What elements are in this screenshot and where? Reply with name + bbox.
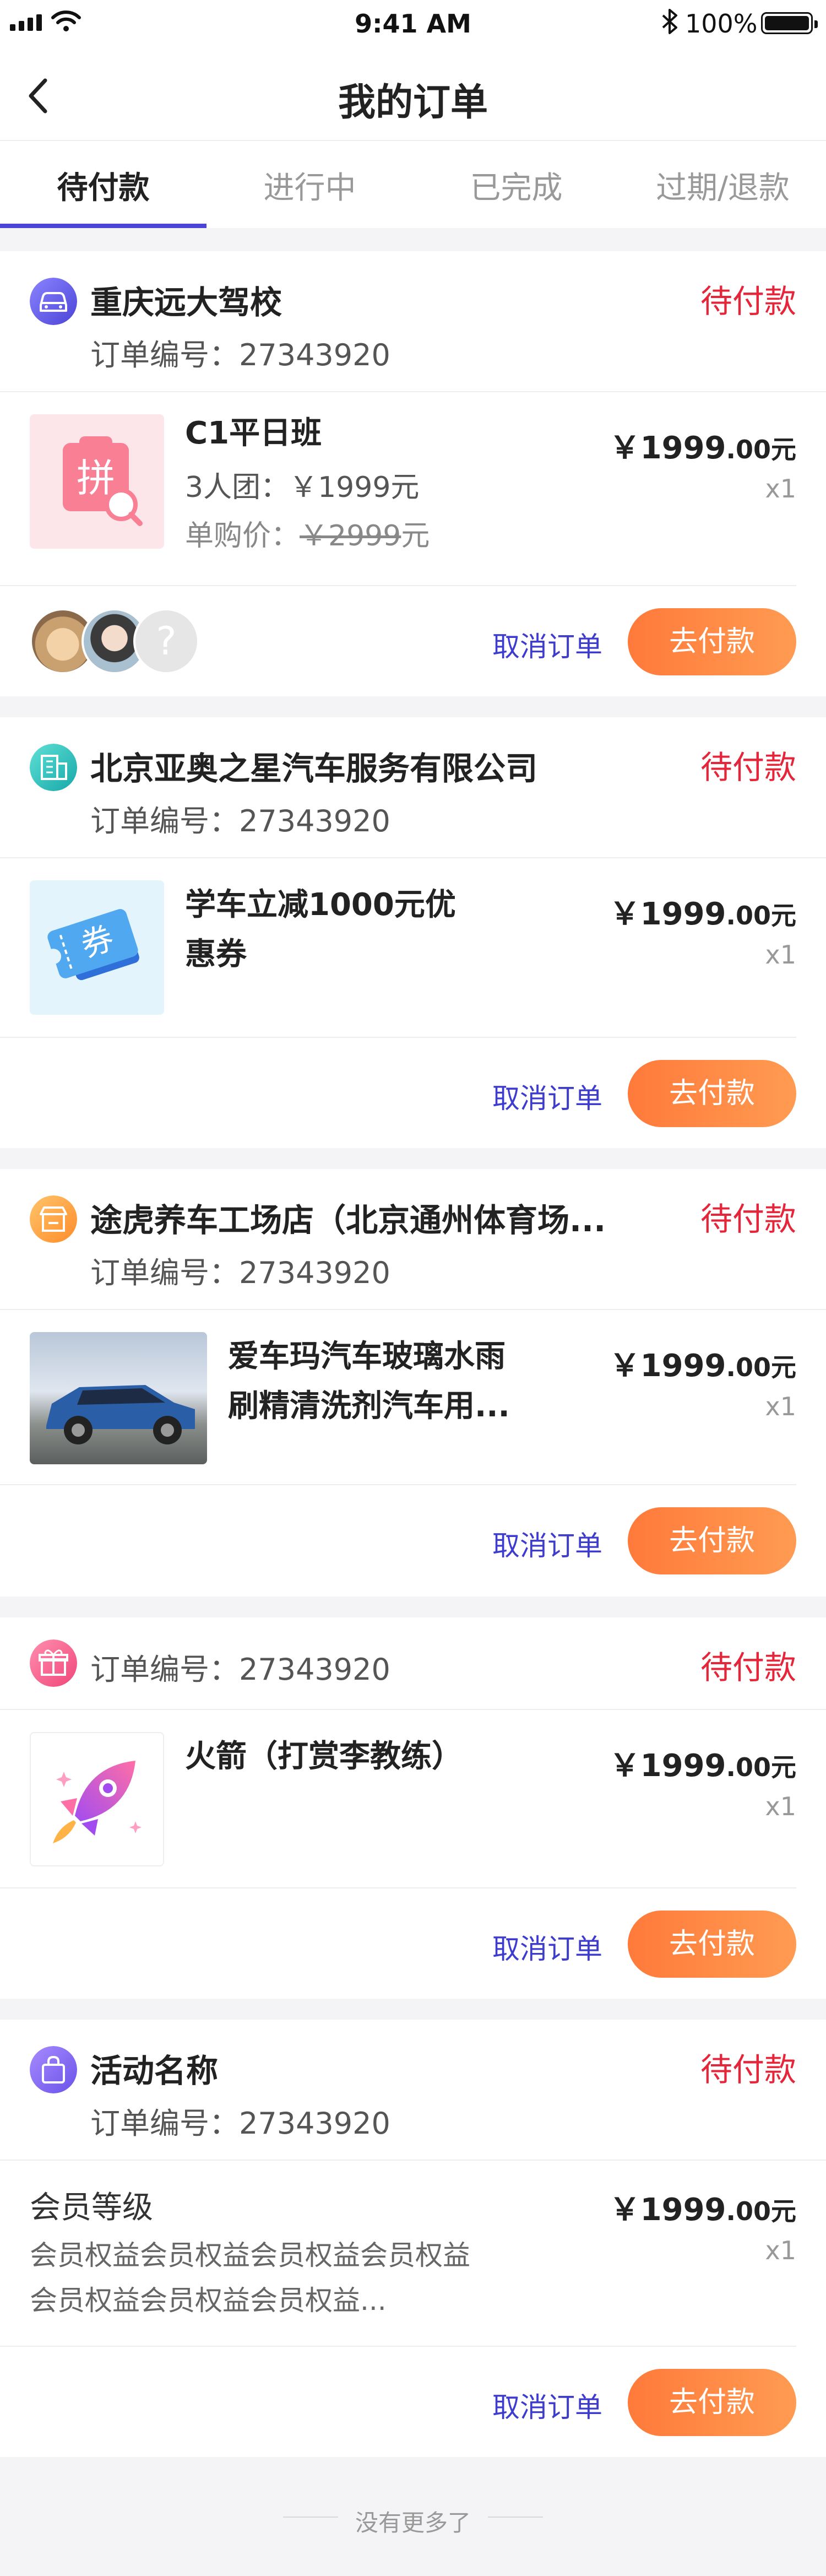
order-card: 北京亚奥之星汽车服务有限公司 订单编号：27343920 待付款 券 学车立减1… [0, 717, 826, 1148]
group-members: ? [30, 608, 199, 674]
product-title: 会员等级 [30, 2190, 153, 2226]
order-status: 待付款 [700, 283, 796, 320]
product-price: ￥1999.00元 [609, 896, 796, 932]
order-card: 活动名称 订单编号：27343920 待付款 会员等级 会员权益会员权益会员权益… [0, 2020, 826, 2457]
order-tabs: 待付款 进行中 已完成 过期/退款 [0, 141, 826, 228]
rocket-thumbnail [30, 1732, 164, 1866]
order-product[interactable]: 会员等级 会员权益会员权益会员权益会员权益 会员权益会员权益会员权益... ￥1… [0, 2161, 796, 2347]
battery-icon [761, 12, 818, 34]
tab-expired-refund[interactable]: 过期/退款 [620, 141, 826, 228]
group-price: 3人团：￥1999元 [185, 471, 420, 504]
product-quantity: x1 [765, 474, 797, 504]
order-status: 待付款 [700, 2051, 796, 2088]
product-price: ￥1999.00元 [609, 1348, 796, 1384]
product-quantity: x1 [765, 940, 797, 970]
order-card: 途虎养车工场店（北京通州体育场... 订单编号：27343920 待付款 爱车玛… [0, 1169, 826, 1597]
order-product[interactable]: 爱车玛汽车玻璃水雨 刷精清洗剂汽车用... ￥1999.00元 x1 [0, 1310, 796, 1485]
product-quantity: x1 [765, 2236, 797, 2265]
shop-name[interactable]: 重庆远大驾校 [90, 277, 282, 323]
shop-name[interactable]: 北京亚奥之星汽车服务有限公司 [90, 743, 537, 789]
coupon-icon: 券 [46, 909, 139, 981]
battery-percent: 100% [685, 9, 758, 39]
order-card: 重庆远大驾校 订单编号：27343920 待付款 拼 C1平日班 3人团：￥19… [0, 251, 826, 696]
product-title: C1平日班 [185, 415, 322, 451]
order-number: 订单编号：27343920 [90, 2106, 390, 2141]
product-title: 火箭（打赏李教练） [185, 1739, 463, 1774]
order-header: 途虎养车工场店（北京通州体育场... 订单编号：27343920 待付款 [0, 1169, 826, 1310]
product-title: 学车立减1000元优 惠券 [185, 887, 456, 972]
tab-in-progress[interactable]: 进行中 [206, 141, 413, 228]
tab-completed[interactable]: 已完成 [413, 141, 620, 228]
single-price-label: 单购价： [185, 519, 300, 553]
order-number: 订单编号：27343920 [90, 1652, 390, 1687]
single-price-unit: 元 [401, 519, 430, 553]
order-actions: 取消订单 去付款 [0, 2347, 826, 2457]
shop-name[interactable]: 途虎养车工场店（北京通州体育场... [90, 1194, 606, 1241]
product-price: ￥1999.00元 [609, 1748, 796, 1784]
product-quantity: x1 [765, 1392, 797, 1421]
group-buy-thumbnail: 拼 [30, 414, 164, 549]
pay-button[interactable]: 去付款 [628, 608, 796, 675]
coupon-thumbnail: 券 [30, 880, 164, 1015]
no-more-text: 没有更多了 [355, 2509, 471, 2536]
order-actions: 取消订单 去付款 [0, 1038, 826, 1148]
order-header: 北京亚奥之星汽车服务有限公司 订单编号：27343920 待付款 [0, 717, 826, 858]
pay-button[interactable]: 去付款 [628, 1507, 796, 1574]
product-price: ￥1999.00元 [609, 430, 796, 466]
pay-button[interactable]: 去付款 [628, 2369, 796, 2436]
order-actions: ? 取消订单 去付款 [0, 586, 826, 696]
product-price: ￥1999.00元 [609, 2192, 796, 2228]
order-number: 订单编号：27343920 [90, 338, 390, 372]
empty-avatar-icon: ? [133, 608, 199, 674]
cancel-order-button[interactable]: 取消订单 [492, 1927, 602, 1967]
order-product[interactable]: 券 学车立减1000元优 惠券 ￥1999.00元 x1 [0, 858, 796, 1038]
order-product[interactable]: 拼 C1平日班 3人团：￥1999元 单购价：￥2999元 ￥1999.00元 … [0, 392, 796, 586]
order-actions: 取消订单 去付款 [0, 1485, 826, 1595]
building-icon [30, 744, 77, 791]
cancel-order-button[interactable]: 取消订单 [492, 1524, 602, 1563]
order-status: 待付款 [700, 749, 796, 786]
status-bar: 9:41 AM 100% [0, 0, 826, 48]
single-price: 单购价：￥2999元 [185, 512, 430, 554]
product-photo [30, 1332, 207, 1464]
group-buy-icon: 拼 [63, 436, 143, 526]
order-header: 订单编号：27343920 待付款 [0, 1617, 826, 1710]
order-header: 活动名称 订单编号：27343920 待付款 [0, 2020, 826, 2161]
order-number: 订单编号：27343920 [90, 1255, 390, 1290]
bluetooth-icon [662, 9, 677, 34]
divider [488, 2517, 543, 2518]
nav-bar: 我的订单 [0, 48, 826, 141]
order-product[interactable]: 火箭（打赏李教练） ￥1999.00元 x1 [0, 1710, 796, 1888]
store-icon [30, 1195, 77, 1243]
product-quantity: x1 [765, 1792, 797, 1821]
product-description: 会员权益会员权益会员权益... [30, 2285, 387, 2317]
pay-button[interactable]: 去付款 [628, 1060, 796, 1127]
tab-pending-payment[interactable]: 待付款 [0, 141, 206, 228]
order-number: 订单编号：27343920 [90, 804, 390, 838]
product-title: 爱车玛汽车玻璃水雨 刷精清洗剂汽车用... [228, 1339, 510, 1424]
order-header: 重庆远大驾校 订单编号：27343920 待付款 [0, 251, 826, 392]
page-title: 我的订单 [338, 81, 488, 125]
cancel-order-button[interactable]: 取消订单 [492, 625, 602, 664]
order-card: 订单编号：27343920 待付款 火箭（打赏李教练） ￥1999.00元 x1… [0, 1617, 826, 1999]
order-status: 待付款 [700, 1649, 796, 1686]
single-price-value: ￥2999 [300, 519, 401, 553]
order-status: 待付款 [700, 1200, 796, 1238]
suv-image [46, 1385, 195, 1444]
product-description: 会员权益会员权益会员权益会员权益 [30, 2239, 470, 2271]
order-actions: 取消订单 去付款 [0, 1888, 826, 1999]
pay-button[interactable]: 去付款 [628, 1911, 796, 1978]
activity-name[interactable]: 活动名称 [90, 2045, 218, 2091]
gift-icon [30, 1639, 77, 1687]
cancel-order-button[interactable]: 取消订单 [492, 1076, 602, 1116]
list-end: 没有更多了 [0, 2457, 826, 2576]
car-icon [30, 278, 77, 325]
rocket-icon [53, 1761, 142, 1843]
cancel-order-button[interactable]: 取消订单 [492, 2385, 602, 2425]
shopping-bag-icon [30, 2046, 77, 2093]
